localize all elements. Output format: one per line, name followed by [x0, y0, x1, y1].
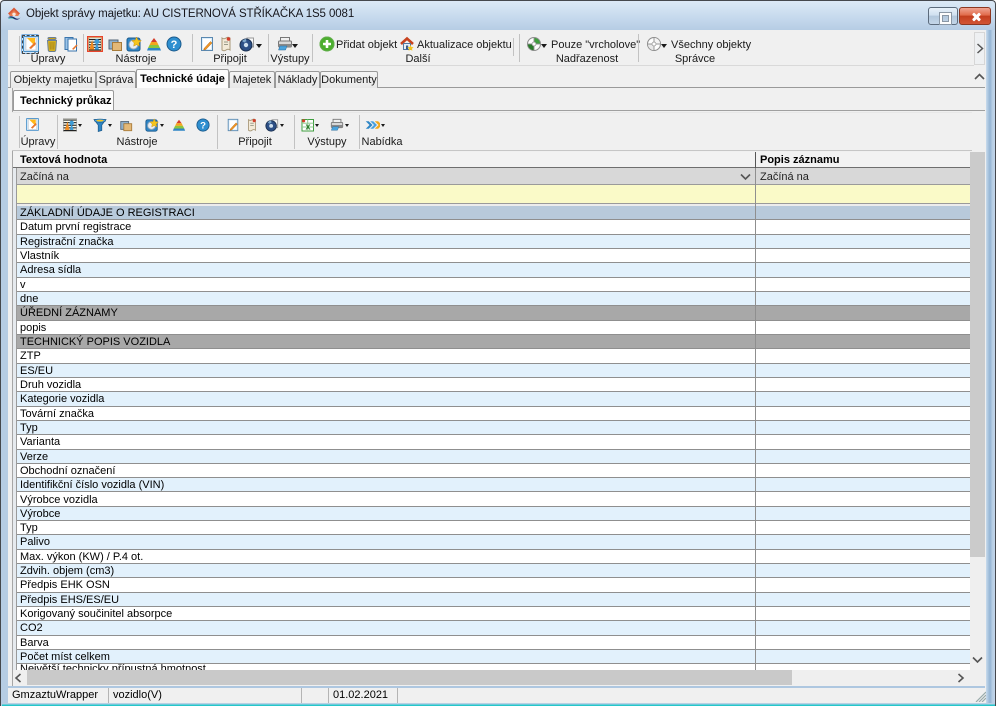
svg-text:?: ?	[200, 121, 206, 132]
svg-text:?: ?	[171, 39, 178, 51]
svg-text:x: x	[305, 122, 310, 132]
